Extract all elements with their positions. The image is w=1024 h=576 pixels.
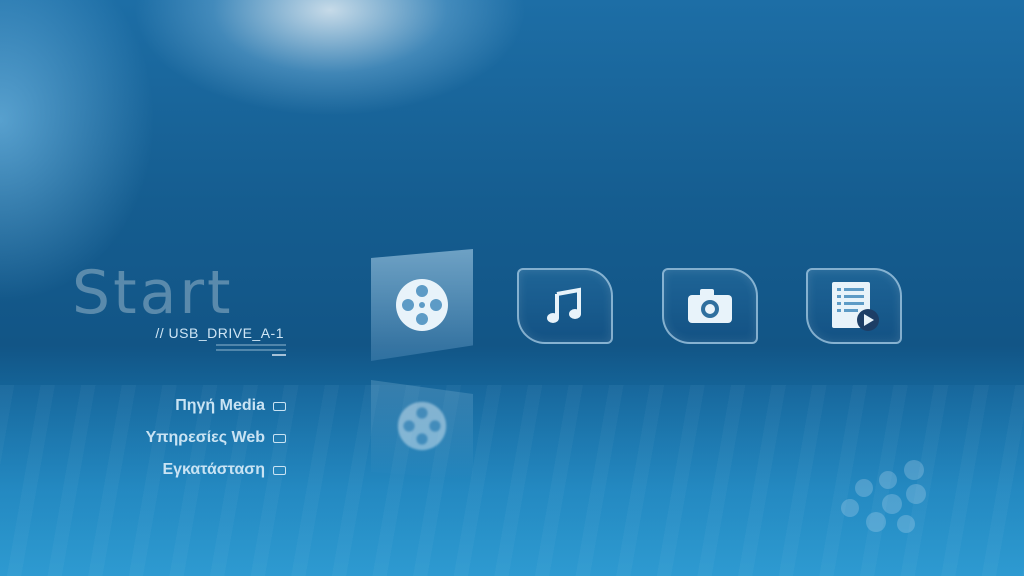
menu-button-icon: [273, 433, 286, 443]
menu-item-web-services[interactable]: Υπηρεσίες Web: [146, 426, 286, 450]
menu-button-icon: [273, 401, 286, 411]
info-lines: [216, 344, 286, 366]
menu-item-media-source[interactable]: Πηγή Media: [146, 394, 286, 418]
menu-item-label: Πηγή Media: [175, 397, 265, 414]
side-menu: Πηγή Media Υπηρεσίες Web Εγκατάσταση: [146, 394, 286, 490]
camera-icon: [688, 289, 732, 323]
film-reel-icon: [397, 401, 447, 451]
menu-item-label: Υπηρεσίες Web: [145, 429, 265, 446]
menu-item-setup[interactable]: Εγκατάσταση: [146, 458, 286, 482]
menu-item-label: Εγκατάσταση: [162, 461, 265, 478]
source-drive-label: // USB_DRIVE_A-1: [155, 325, 284, 341]
page-title: Start: [72, 258, 234, 328]
brand-logo-icon: [841, 460, 926, 533]
tile-movies[interactable]: [371, 249, 473, 361]
menu-button-icon: [273, 465, 286, 475]
tile-photos[interactable]: [662, 268, 758, 344]
tile-playlists[interactable]: [806, 268, 902, 344]
playlist-icon: [832, 282, 879, 331]
music-note-icon: [547, 287, 581, 323]
tile-movies-reflection: [371, 380, 473, 480]
tile-music[interactable]: [517, 268, 613, 344]
film-reel-icon: [396, 279, 448, 331]
